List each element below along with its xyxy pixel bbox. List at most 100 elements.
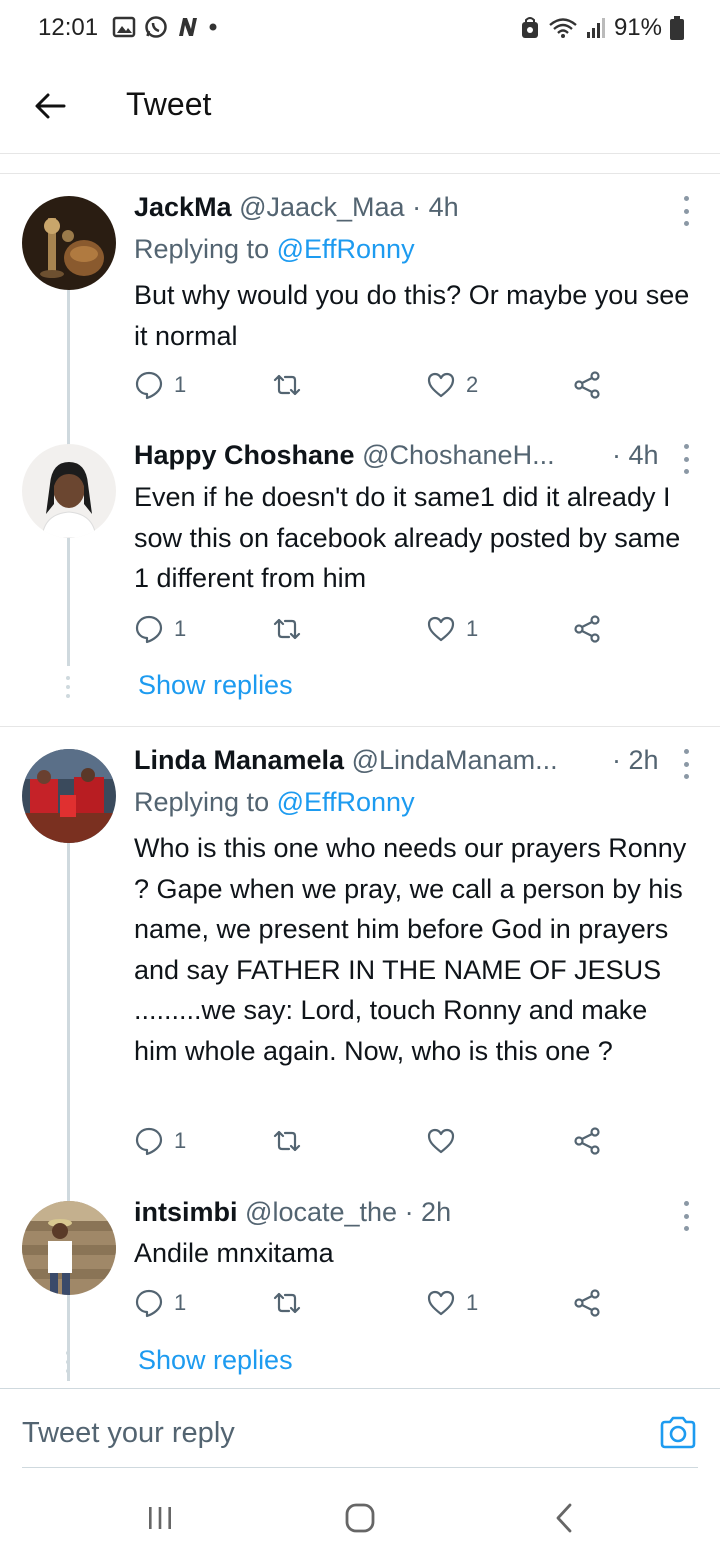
tweet-time: · 2h: [612, 745, 659, 775]
comment-icon: [135, 371, 163, 400]
tweet-header: intsimbi @locate_the · 2h: [134, 1197, 451, 1228]
reply-count: 1: [174, 1128, 187, 1153]
heart-icon: [427, 1128, 455, 1154]
more-options-icon[interactable]: [680, 1201, 692, 1231]
avatar[interactable]: [22, 1201, 116, 1295]
battery-level: 91%: [613, 14, 662, 41]
thread-dots: [65, 1351, 71, 1373]
replying-to: Replying to @EffRonny: [134, 234, 415, 265]
comment-icon: [135, 1289, 163, 1318]
share-button[interactable]: [572, 370, 602, 400]
tweet-header: JackMa @Jaack_Maa · 4h: [134, 192, 459, 223]
heart-icon: [427, 1290, 455, 1316]
tweet-actions: 1 1: [134, 614, 614, 650]
signal-icon: [586, 17, 606, 39]
tweet-text: Even if he doesn't do it same1 did it al…: [134, 482, 681, 593]
like-button[interactable]: 1: [426, 1288, 478, 1318]
share-button[interactable]: [572, 1288, 602, 1318]
wifi-icon: [548, 17, 578, 39]
tweet-time: · 4h: [612, 440, 659, 470]
user-name[interactable]: intsimbi: [134, 1197, 238, 1227]
recent-apps-icon: [149, 1507, 171, 1529]
tweet-actions: 1 1: [134, 1288, 614, 1324]
retweet-button[interactable]: [272, 1288, 312, 1318]
gallery-icon: [112, 16, 136, 38]
share-button[interactable]: [572, 614, 602, 644]
reply-thread-1: JackMa @Jaack_Maa · 4h Replying to @EffR…: [0, 174, 720, 724]
notification-icons: [112, 15, 218, 39]
system-nav-bar: [0, 1470, 720, 1560]
status-time: 12:01: [38, 14, 99, 41]
reply-underline: [22, 1467, 698, 1468]
tweet-actions: 1 2: [134, 370, 614, 406]
camera-button[interactable]: [658, 1413, 698, 1453]
back-nav-button[interactable]: [546, 1500, 582, 1536]
tweet-time: · 2h: [404, 1197, 452, 1227]
reply-button[interactable]: 1: [134, 614, 186, 644]
reply-button[interactable]: 1: [134, 370, 186, 400]
replying-prefix: Replying to: [134, 787, 277, 817]
reply-button[interactable]: 1: [134, 1288, 186, 1318]
like-button[interactable]: [426, 1126, 466, 1156]
comment-icon: [135, 615, 163, 644]
more-options-icon[interactable]: [680, 196, 692, 226]
like-button[interactable]: 2: [426, 370, 478, 400]
retweet-icon: [273, 618, 301, 640]
user-name[interactable]: Happy Choshane: [134, 440, 355, 470]
heart-icon: [427, 616, 455, 642]
thread-dots: [65, 676, 71, 698]
share-icon: [574, 615, 600, 643]
retweet-button[interactable]: [272, 614, 312, 644]
user-handle[interactable]: @Jaack_Maa: [239, 192, 404, 222]
reply-composer: [0, 1388, 720, 1468]
retweet-button[interactable]: [272, 1126, 312, 1156]
user-handle[interactable]: @locate_the: [245, 1197, 397, 1227]
reply-button[interactable]: 1: [134, 1126, 186, 1156]
avatar[interactable]: [22, 444, 116, 538]
more-options-icon[interactable]: [680, 444, 692, 474]
home-icon: [345, 1503, 375, 1533]
replying-to-link[interactable]: @EffRonny: [277, 787, 415, 817]
avatar[interactable]: [22, 196, 116, 290]
page-title: Tweet: [126, 86, 212, 122]
avatar[interactable]: [22, 749, 116, 843]
dot-icon: [208, 22, 218, 32]
retweet-icon: [273, 374, 301, 396]
section-divider: [0, 154, 720, 174]
like-button[interactable]: 1: [426, 614, 478, 644]
recent-apps-button[interactable]: [142, 1500, 178, 1536]
retweet-button[interactable]: [272, 370, 312, 400]
n-icon: [176, 16, 200, 38]
show-replies-link[interactable]: Show replies: [138, 1345, 293, 1376]
app-header: Tweet: [0, 58, 720, 154]
more-options-icon[interactable]: [680, 749, 692, 779]
retweet-icon: [273, 1292, 301, 1314]
reply-thread-2: Linda Manamela @LindaManam... · 2h Reply…: [0, 727, 720, 1387]
heart-icon: [427, 372, 455, 398]
replying-to-link[interactable]: @EffRonny: [277, 234, 415, 264]
tweet-header: Happy Choshane @ChoshaneH...: [134, 440, 555, 471]
comment-icon: [135, 1127, 163, 1156]
thread-line: [67, 843, 70, 1381]
like-count: 2: [466, 372, 479, 397]
arrow-left-icon: [35, 93, 66, 119]
share-button[interactable]: [572, 1126, 602, 1156]
system-icons: 91%: [520, 14, 684, 42]
like-count: 1: [466, 616, 479, 641]
user-handle[interactable]: @LindaManam...: [352, 745, 558, 775]
replying-prefix: Replying to: [134, 234, 277, 264]
battery-icon: [670, 16, 684, 40]
reply-count: 1: [174, 1290, 187, 1315]
show-replies-link[interactable]: Show replies: [138, 670, 293, 701]
tweet-text: But why would you do this? Or maybe you …: [134, 280, 690, 351]
share-icon: [574, 1127, 600, 1155]
tweet-time: · 4h: [412, 192, 459, 222]
user-name[interactable]: JackMa: [134, 192, 232, 222]
lock-icon: [520, 16, 540, 40]
user-handle[interactable]: @ChoshaneH...: [362, 440, 555, 470]
user-name[interactable]: Linda Manamela: [134, 745, 344, 775]
tweet-reply-input[interactable]: [22, 1417, 622, 1450]
home-button[interactable]: [342, 1500, 378, 1536]
back-button[interactable]: [30, 86, 70, 126]
whatsapp-icon: [144, 15, 168, 39]
